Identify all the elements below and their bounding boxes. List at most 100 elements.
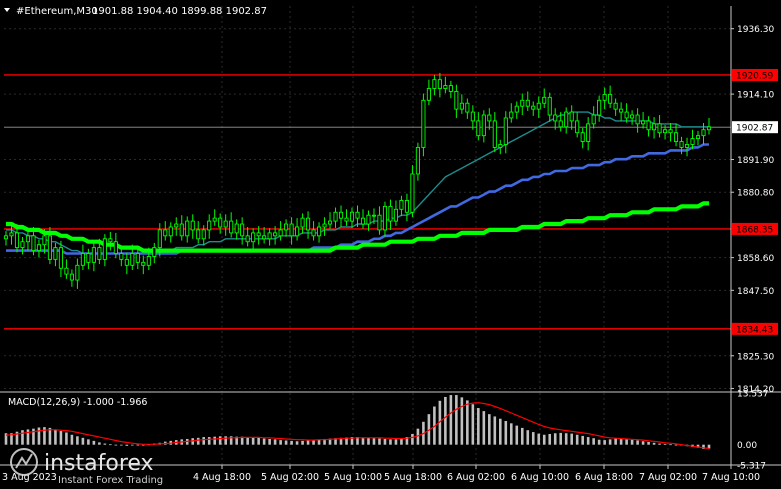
candle-body: [432, 79, 437, 89]
candle-body: [284, 223, 289, 231]
macd-bar: [26, 429, 30, 445]
macd-y-tick-label: 13.537: [737, 390, 769, 400]
macd-bar: [515, 425, 519, 445]
candle-body: [536, 102, 541, 110]
candle-body: [80, 253, 85, 266]
candle-body: [190, 220, 195, 231]
macd-bar: [268, 438, 271, 445]
x-tick-label: 6 Aug 10:00: [511, 472, 569, 483]
macd-bar: [103, 443, 107, 445]
candle-body: [652, 123, 657, 131]
dropdown-arrow-icon[interactable]: [4, 8, 10, 12]
macd-bar: [564, 433, 568, 445]
logo-tagline: Instant Forex Trading: [58, 475, 163, 486]
candle-body: [349, 211, 355, 222]
x-tick-label: 4 Aug 18:00: [193, 472, 251, 483]
candle-body: [520, 99, 525, 107]
candle-body: [415, 146, 420, 175]
macd-bar: [400, 438, 403, 445]
candle-body: [69, 273, 74, 281]
candle-body: [91, 247, 96, 263]
candle-body: [278, 229, 283, 237]
candle-body: [393, 208, 398, 222]
candle-body: [679, 141, 684, 148]
candle-body: [459, 102, 464, 110]
candle-body: [624, 111, 629, 119]
candle-body: [124, 258, 129, 266]
x-tick-label: 5 Aug 18:00: [384, 472, 442, 483]
candle-body: [558, 120, 563, 128]
macd-bar: [290, 440, 293, 445]
macd-grid: [221, 393, 732, 465]
candle-body: [338, 211, 344, 219]
macd-bar: [301, 440, 304, 445]
macd-bar: [284, 440, 288, 445]
macd-bar: [488, 414, 491, 445]
candle-body: [31, 235, 36, 252]
macd-bar: [658, 443, 661, 445]
macd-bar: [466, 400, 469, 445]
macd-bar: [509, 423, 513, 445]
macd-bar: [455, 395, 458, 445]
macd-bar: [218, 436, 222, 445]
macd-bar: [663, 443, 667, 445]
macd-y-tick-label: -5.317: [737, 462, 766, 472]
candle-body: [509, 111, 514, 119]
candle-body: [388, 205, 393, 222]
candle-body: [130, 253, 135, 266]
macd-bar: [449, 395, 453, 445]
candle-body: [196, 229, 201, 240]
macd-bar: [520, 427, 524, 445]
macd-bar: [477, 408, 480, 445]
macd-bar: [251, 437, 255, 445]
macd-bar: [592, 438, 595, 445]
candle-body: [503, 117, 508, 145]
macd-bar: [361, 437, 365, 445]
macd-bar: [586, 437, 590, 445]
macd-bar: [389, 439, 392, 445]
macd-bar: [202, 437, 206, 445]
candle-body: [531, 105, 536, 110]
macd-bar: [603, 440, 606, 445]
x-tick-label: 7 Aug 02:00: [639, 472, 697, 483]
macd-bar: [537, 433, 541, 445]
level-price-label: 1868.35: [736, 225, 773, 235]
candle-body: [322, 223, 327, 228]
macd-bar: [196, 437, 200, 445]
candle-body: [344, 217, 349, 222]
candle-body: [646, 120, 651, 131]
candle-body: [141, 261, 146, 266]
macd-bar: [81, 437, 85, 445]
candle-body: [608, 93, 613, 104]
candle-body: [668, 129, 673, 134]
quote-header: 1901.88 1904.40 1899.88 1902.87: [92, 6, 267, 17]
x-tick-label: 7 Aug 10:00: [702, 472, 760, 483]
price-grid: [4, 6, 732, 392]
candle-body: [240, 223, 245, 237]
macd-bar: [109, 444, 112, 446]
candle-body: [58, 247, 63, 269]
macd-bar: [279, 440, 282, 445]
candle-body: [437, 79, 442, 89]
candle-body: [3, 235, 9, 240]
candle-body: [525, 99, 530, 107]
logo-brand-text: instaforex: [44, 451, 154, 476]
y-tick-label: 1936.30: [737, 25, 774, 35]
candle-body: [547, 96, 552, 116]
chart-canvas: 1920.59 1868.35 1834.43 1902.87 1936.30 1914…: [0, 6, 781, 483]
candle-body: [119, 253, 124, 260]
candle-body: [174, 223, 179, 228]
candle-body: [492, 120, 497, 148]
candle-body: [229, 220, 234, 234]
candle-body: [476, 120, 481, 137]
y-tick-label: 1880.80: [737, 189, 774, 199]
x-tick-label: 5 Aug 02:00: [261, 472, 319, 483]
candle-body: [586, 123, 591, 142]
candle-body: [690, 138, 695, 145]
macd-bar: [641, 441, 645, 445]
macd-bar: [306, 440, 310, 445]
candle-body: [163, 229, 168, 237]
candle-body: [470, 111, 475, 122]
logo-mark-icon: [10, 448, 38, 476]
macd-header: MACD(12,26,9) -1.000 -1.966: [8, 397, 147, 408]
